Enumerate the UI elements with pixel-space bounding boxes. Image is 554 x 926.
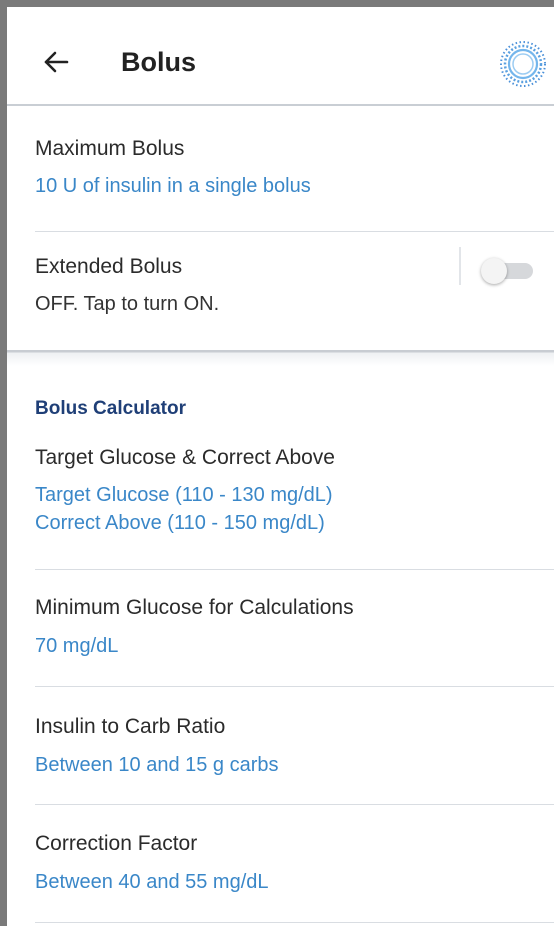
insulin-to-carb-label: Insulin to Carb Ratio <box>35 715 226 738</box>
correction-factor-label: Correction Factor <box>35 832 198 855</box>
section-separator <box>7 350 554 366</box>
app-header: Bolus <box>7 7 554 106</box>
extended-bolus-setting[interactable]: Extended Bolus OFF. Tap to turn ON. <box>35 253 434 318</box>
correct-above-value: Correct Above (110 - 150 mg/dL) <box>35 512 325 534</box>
target-glucose-setting[interactable]: Target Glucose & Correct Above Target Gl… <box>35 444 554 537</box>
insulin-to-carb-setting[interactable]: Insulin to Carb Ratio Between 10 and 15 … <box>35 713 554 779</box>
extended-bolus-label: Extended Bolus <box>35 255 183 278</box>
correction-factor-setting[interactable]: Correction Factor Between 40 and 55 mg/d… <box>35 830 554 896</box>
target-glucose-label: Target Glucose & Correct Above <box>35 446 335 469</box>
page-title: Bolus <box>121 47 197 77</box>
pod-status-icon[interactable] <box>498 39 548 89</box>
toggle-separator <box>459 247 461 285</box>
divider <box>35 686 554 687</box>
correction-factor-value: Between 40 and 55 mg/dL <box>35 871 269 893</box>
maximum-bolus-setting[interactable]: Maximum Bolus 10 U of insulin in a singl… <box>35 135 554 200</box>
maximum-bolus-label: Maximum Bolus <box>35 137 185 160</box>
toggle-knob <box>481 258 507 284</box>
extended-bolus-value: OFF. Tap to turn ON. <box>35 293 220 315</box>
screen: Bolus Maximum Bolus 10 U of insulin in a… <box>0 0 554 926</box>
minimum-glucose-label: Minimum Glucose for Calculations <box>35 596 354 619</box>
divider <box>35 922 554 923</box>
bolus-calculator-heading: Bolus Calculator <box>35 398 186 419</box>
maximum-bolus-value: 10 U of insulin in a single bolus <box>35 175 311 197</box>
divider <box>35 231 554 232</box>
target-glucose-value: Target Glucose (110 - 130 mg/dL) <box>35 484 333 506</box>
insulin-to-carb-value: Between 10 and 15 g carbs <box>35 754 279 776</box>
minimum-glucose-setting[interactable]: Minimum Glucose for Calculations 70 mg/d… <box>35 594 554 660</box>
extended-bolus-toggle[interactable] <box>481 258 537 284</box>
divider <box>35 804 554 805</box>
divider <box>35 569 554 570</box>
arrow-left-icon[interactable] <box>41 47 71 77</box>
minimum-glucose-value: 70 mg/dL <box>35 635 119 657</box>
